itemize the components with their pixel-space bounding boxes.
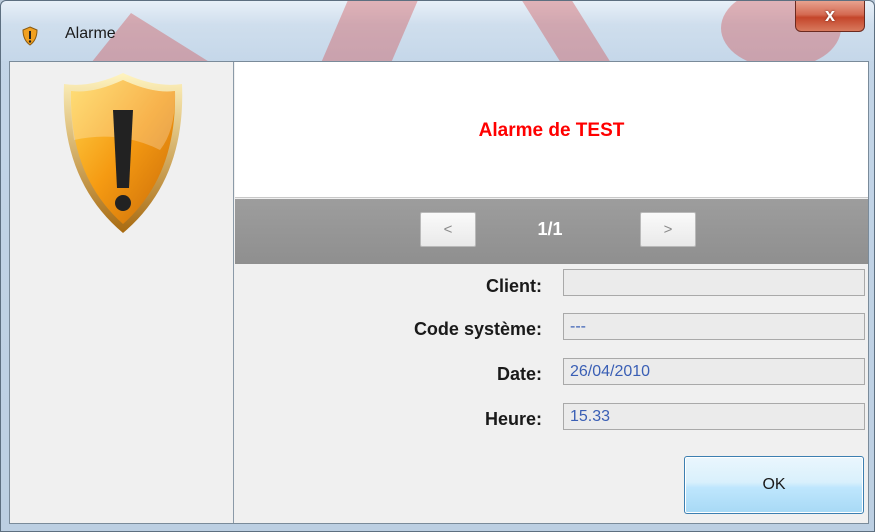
client-field[interactable] <box>563 269 865 296</box>
previous-button[interactable]: < <box>420 212 476 247</box>
heure-label: Heure: <box>484 409 542 429</box>
alarm-dialog-window: Alarme x Alarme de TEST < 1/1 > Client: … <box>0 0 875 532</box>
alarm-navigation-bar: < 1/1 > <box>235 199 868 264</box>
alarm-message: Alarme de TEST <box>478 120 625 141</box>
heure-field[interactable]: 15.33 <box>563 403 865 430</box>
window-title: Alarme <box>65 25 116 42</box>
code-systeme-field[interactable]: --- <box>563 313 865 340</box>
alarm-counter: 1/1 <box>537 219 563 239</box>
dialog-body: Alarme de TEST < 1/1 > Client: Code syst… <box>9 61 869 524</box>
client-label: Client: <box>486 276 542 296</box>
shield-warning-icon <box>22 26 38 46</box>
next-button[interactable]: > <box>640 212 696 247</box>
title-bar[interactable]: Alarme x <box>1 1 874 61</box>
shield-warning-icon <box>63 73 183 233</box>
date-field[interactable]: 26/04/2010 <box>563 358 865 385</box>
code-systeme-label: Code système: <box>413 319 542 339</box>
ok-button[interactable]: OK <box>684 456 864 514</box>
close-button[interactable]: x <box>795 1 865 32</box>
icon-panel <box>10 62 234 523</box>
alarm-banner: Alarme de TEST <box>235 62 868 198</box>
date-label: Date: <box>496 364 542 384</box>
title-background-art <box>92 1 841 61</box>
